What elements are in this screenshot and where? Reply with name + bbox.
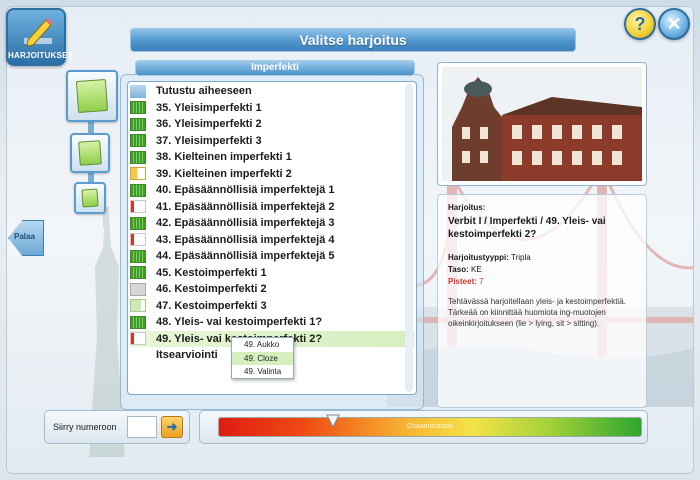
goto-label: Siirry numeroon xyxy=(53,422,117,432)
list-item-label: 43. Epäsäännöllisiä imperfektejä 4 xyxy=(156,233,335,246)
info-level-value: KE xyxy=(470,265,482,274)
logo-label: HARJOITUKSET xyxy=(8,51,73,60)
skill-level-bar: Osaamistasosi xyxy=(218,414,642,437)
list-item[interactable]: 43. Epäsäännöllisiä imperfektejä 4 xyxy=(130,232,414,249)
skill-level-marker-icon xyxy=(326,414,340,428)
progress-indicator xyxy=(130,332,146,346)
list-item[interactable]: 42. Epäsäännöllisiä imperfektejä 3 xyxy=(130,215,414,232)
list-item-label: 38. Kielteinen imperfekti 1 xyxy=(156,151,292,164)
list-item-label: 40. Epäsäännöllisiä imperfektejä 1 xyxy=(156,184,335,197)
view-medium-button[interactable] xyxy=(70,133,110,173)
progress-indicator xyxy=(130,183,146,197)
skill-level-label: Osaamistasosi xyxy=(407,423,453,430)
progress-indicator xyxy=(130,101,146,115)
info-title: Verbit I / Imperfekti / 49. Yleis- vai k… xyxy=(448,216,606,240)
list-item-label: 41. Epäsäännöllisiä imperfektejä 2 xyxy=(156,200,335,213)
logo-button[interactable]: HARJOITUKSET xyxy=(6,8,73,66)
list-item[interactable]: 39. Kielteinen imperfekti 2 xyxy=(130,166,414,183)
list-item[interactable]: Tutustu aiheeseen xyxy=(130,83,414,100)
list-header: Imperfekti xyxy=(135,60,415,76)
view-small-button[interactable] xyxy=(74,182,106,214)
list-item[interactable]: 41. Epäsäännöllisiä imperfektejä 2 xyxy=(130,199,414,216)
progress-indicator xyxy=(130,282,146,296)
info-type-key: Harjoitustyyppi: xyxy=(448,253,509,262)
exercise-type-menu: 49. Aukko 49. Cloze 49. Valinta xyxy=(231,337,294,379)
list-item[interactable]: 46. Kestoimperfekti 2 xyxy=(130,281,414,298)
view-large-button[interactable] xyxy=(66,70,118,122)
progress-indicator xyxy=(130,315,146,329)
progress-indicator xyxy=(130,233,146,247)
list-item-label: 36. Yleisimperfekti 2 xyxy=(156,118,262,131)
info-level-key: Taso: xyxy=(448,265,469,274)
progress-indicator xyxy=(130,134,146,148)
info-type-value: Tripla xyxy=(510,253,531,262)
document-icon xyxy=(81,188,99,208)
list-scrollbar[interactable] xyxy=(405,84,413,392)
progress-indicator xyxy=(130,266,146,280)
list-item[interactable]: 36. Yleisimperfekti 2 xyxy=(130,116,414,133)
list-item-label: 39. Kielteinen imperfekti 2 xyxy=(156,167,292,180)
progress-indicator xyxy=(130,167,146,181)
menu-item-cloze[interactable]: 49. Cloze xyxy=(232,351,293,366)
document-icon xyxy=(78,140,102,166)
list-item-label: 45. Kestoimperfekti 1 xyxy=(156,266,267,279)
list-item[interactable]: 47. Kestoimperfekti 3 xyxy=(130,298,414,315)
info-type: Harjoitustyyppi: Tripla xyxy=(448,253,636,262)
progress-indicator xyxy=(130,249,146,263)
building-photo xyxy=(442,67,642,181)
pencil-icon xyxy=(24,18,53,47)
progress-indicator xyxy=(130,299,146,313)
list-item[interactable]: 37. Yleisimperfekti 3 xyxy=(130,133,414,150)
menu-item-aukko[interactable]: 49. Aukko xyxy=(232,338,293,352)
list-item-label: 37. Yleisimperfekti 3 xyxy=(156,134,262,147)
help-button[interactable]: ? xyxy=(624,8,656,40)
info-label: Harjoitus: xyxy=(448,203,486,212)
list-item-label: 44. Epäsäännöllisiä imperfektejä 5 xyxy=(156,250,335,263)
progress-indicator xyxy=(130,216,146,230)
progress-indicator xyxy=(130,150,146,164)
progress-indicator xyxy=(130,117,146,131)
exercise-info-panel: Harjoitus: Verbit I / Imperfekti / 49. Y… xyxy=(437,194,647,408)
photo-frame xyxy=(437,62,647,186)
list-item[interactable]: 48. Yleis- vai kestoimperfekti 1? xyxy=(130,314,414,331)
progress-indicator xyxy=(130,84,146,98)
info-level: Taso: KE xyxy=(448,265,636,274)
list-item-label: 46. Kestoimperfekti 2 xyxy=(156,283,267,296)
list-item[interactable]: 35. Yleisimperfekti 1 xyxy=(130,100,414,117)
list-item-label: 42. Epäsäännöllisiä imperfektejä 3 xyxy=(156,217,335,230)
info-points-value: 7 xyxy=(479,277,484,286)
list-item-label: 35. Yleisimperfekti 1 xyxy=(156,101,262,114)
list-item-label: Itsearviointi xyxy=(156,349,218,362)
list-item[interactable]: 44. Epäsäännöllisiä imperfektejä 5 xyxy=(130,248,414,265)
close-button[interactable]: ✕ xyxy=(658,8,690,40)
menu-item-valinta[interactable]: 49. Valinta xyxy=(232,365,293,379)
list-item-label: 47. Kestoimperfekti 3 xyxy=(156,299,267,312)
list-item[interactable]: 38. Kielteinen imperfekti 1 xyxy=(130,149,414,166)
list-item[interactable]: 40. Epäsäännöllisiä imperfektejä 1 xyxy=(130,182,414,199)
info-points-key: Pisteet: xyxy=(448,277,477,286)
progress-indicator xyxy=(130,200,146,214)
goto-button[interactable]: ➜ xyxy=(161,416,183,438)
list-item-label: 48. Yleis- vai kestoimperfekti 1? xyxy=(156,316,323,329)
info-description: Tehtävässä harjoitellaan yleis- ja kesto… xyxy=(448,297,626,328)
document-icon xyxy=(75,78,109,114)
goto-panel: Siirry numeroon ➜ xyxy=(44,410,190,444)
info-points: Pisteet: 7 xyxy=(448,277,636,286)
goto-number-input[interactable] xyxy=(127,416,157,438)
skill-level-panel: Osaamistasosi xyxy=(199,410,648,444)
page-title: Valitse harjoitus xyxy=(130,28,576,52)
back-label: Palaa xyxy=(14,232,35,241)
list-item-label: Tutustu aiheeseen xyxy=(156,85,252,98)
list-item[interactable]: 45. Kestoimperfekti 1 xyxy=(130,265,414,282)
